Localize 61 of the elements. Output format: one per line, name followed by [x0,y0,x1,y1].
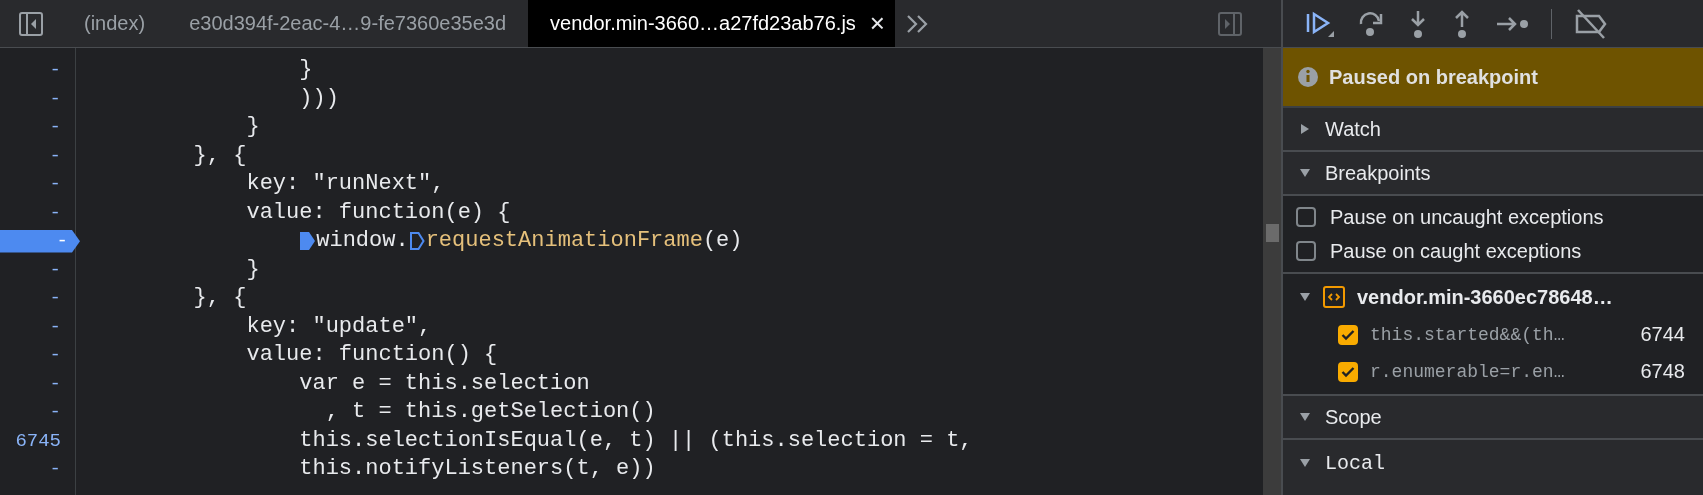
status-message: Paused on breakpoint [1329,65,1538,89]
line-number[interactable]: 6745 [0,426,75,455]
breakpoint-code[interactable]: this.started&&(th… [1370,324,1629,345]
checkbox[interactable] [1296,241,1316,261]
line-number[interactable]: - [0,369,75,398]
option-label: Pause on uncaught exceptions [1330,205,1604,229]
line-number[interactable]: - [0,198,75,227]
option-label: Pause on caught exceptions [1330,239,1582,263]
step-over-icon[interactable] [1357,9,1385,38]
checkbox[interactable] [1296,207,1316,227]
code-line: } [245,255,261,284]
expand-triangle-icon[interactable] [1299,167,1311,179]
line-number[interactable]: - [0,84,75,113]
code-line: this.notifyListeners(t, e)) [298,455,657,483]
breakpoint-marker-icon[interactable] [408,230,426,253]
line-number[interactable]: - [0,170,75,199]
line-number[interactable]: - [0,312,75,341]
line-number[interactable]: - [0,455,75,484]
scrollbar[interactable] [1263,48,1281,495]
code-line: key: "runNext", [245,170,446,198]
code-line: value: function(e) { [245,198,512,227]
line-number[interactable]: - [0,141,75,170]
deactivate-breakpoints-icon[interactable] [1574,7,1608,40]
scope-title[interactable]: Local [1325,451,1385,475]
code-line: }, { [192,141,248,170]
expand-triangle-icon[interactable] [1299,457,1311,469]
line-number[interactable]: - [0,341,75,370]
code-line: }, { [192,284,248,312]
code-line: value: function() { [245,341,499,369]
line-number: 6748 [1640,360,1685,383]
file-tab[interactable]: e30d394f-2eac-4…9-fe7360e35e3d [167,0,529,47]
expand-triangle-icon[interactable] [1299,123,1311,135]
close-button[interactable]: × [869,8,886,39]
code-line: var e = this.selection [298,369,591,398]
breakpoint-code[interactable]: r.enumerable=r.en… [1370,361,1629,382]
expand-triangle-icon[interactable] [1299,411,1311,423]
code-line: this.selectionIsEqual(e, t) || (this.selection = t, [298,426,974,455]
code-line: key: "update", [245,312,433,341]
code-line: , t = this.getSelection() [324,398,657,426]
code-line: } [298,56,314,84]
code-line: window. requestAnimationFrame(e) [88,227,1263,256]
code-line: ))) [298,84,340,113]
info-icon [1297,66,1319,88]
line-number[interactable]: - [0,398,75,427]
line-number[interactable]: - [0,56,75,85]
checkbox[interactable] [1338,324,1358,345]
file-tab[interactable]: (index) [62,0,168,47]
file-name[interactable]: vendor.min-3660ec78648… [1357,285,1613,309]
script-file-icon [1323,286,1345,308]
panel-toggle-icon[interactable] [1217,10,1243,37]
line-number[interactable]: - [0,255,75,284]
expand-triangle-icon[interactable] [1299,291,1311,303]
checkbox[interactable] [1338,361,1358,382]
line-number[interactable]: - [0,284,75,313]
line-number: 6744 [1640,323,1685,346]
resume-icon[interactable] [1305,9,1335,38]
line-number[interactable]: - [0,113,75,142]
file-tab[interactable]: vendor.min-3660…a27fd23ab76.js × [528,0,896,47]
sidebar-toggle-icon[interactable] [18,10,44,37]
breakpoint-marker-icon[interactable] [299,230,317,253]
code-line: } [245,113,261,141]
